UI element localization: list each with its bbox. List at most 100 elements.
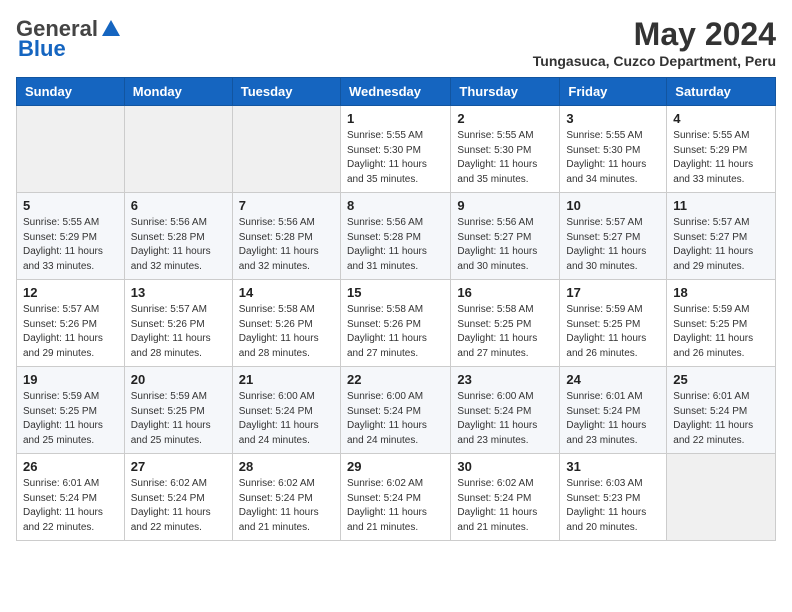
weekday-header-monday: Monday: [124, 78, 232, 106]
calendar-cell: 9 Sunrise: 5:56 AM Sunset: 5:27 PM Daylig…: [451, 193, 560, 280]
calendar-week-row: 5 Sunrise: 5:55 AM Sunset: 5:29 PM Daylig…: [17, 193, 776, 280]
calendar-cell: 27Sunrise: 6:02 AM Sunset: 5:24 PM Dayli…: [124, 454, 232, 541]
day-number: 1: [347, 111, 444, 126]
calendar-cell: 22 Sunrise: 6:00 AM Sunset: 5:24 PM Dayli…: [340, 367, 450, 454]
calendar-cell: 28Sunrise: 6:02 AM Sunset: 5:24 PM Dayli…: [232, 454, 340, 541]
day-info: Sunrise: 5:58 AM Sunset: 5:26 PM Dayligh…: [239, 303, 334, 361]
weekday-header-thursday: Thursday: [451, 78, 560, 106]
day-number: 11: [673, 198, 769, 213]
logo-icon: [100, 18, 122, 40]
day-info: Sunrise: 5:58 AM Sunset: 5:25 PM Dayligh…: [457, 303, 553, 361]
calendar-cell: 2 Sunrise: 5:55 AM Sunset: 5:30 PM Daylig…: [451, 106, 560, 193]
day-number: 26: [23, 459, 118, 474]
calendar-cell: 30 Sunrise: 6:02 AM Sunset: 5:24 PM Dayli…: [451, 454, 560, 541]
calendar-week-row: 12 Sunrise: 5:57 AM Sunset: 5:26 PM Dayli…: [17, 280, 776, 367]
day-number: 15: [347, 285, 444, 300]
day-number: 30: [457, 459, 553, 474]
day-info: Sunrise: 5:57 AM Sunset: 5:26 PM Dayligh…: [23, 303, 118, 361]
calendar-cell: 17Sunrise: 5:59 AM Sunset: 5:25 PM Dayli…: [560, 280, 667, 367]
weekday-header-friday: Friday: [560, 78, 667, 106]
day-number: 6: [131, 198, 226, 213]
location-text: Tungasuca, Cuzco Department, Peru: [533, 53, 776, 69]
day-info: Sunrise: 6:03 AM Sunset: 5:23 PM Dayligh…: [566, 477, 660, 535]
day-number: 25: [673, 372, 769, 387]
day-number: 23: [457, 372, 553, 387]
calendar-cell: 24 Sunrise: 6:01 AM Sunset: 5:24 PM Dayli…: [560, 367, 667, 454]
calendar-cell: 6 Sunrise: 5:56 AM Sunset: 5:28 PM Daylig…: [124, 193, 232, 280]
day-info: Sunrise: 5:56 AM Sunset: 5:28 PM Dayligh…: [239, 216, 334, 274]
calendar-cell: [667, 454, 776, 541]
day-info: Sunrise: 6:00 AM Sunset: 5:24 PM Dayligh…: [239, 390, 334, 448]
day-number: 2: [457, 111, 553, 126]
day-info: Sunrise: 5:59 AM Sunset: 5:25 PM Dayligh…: [23, 390, 118, 448]
day-number: 31: [566, 459, 660, 474]
day-number: 4: [673, 111, 769, 126]
day-number: 17: [566, 285, 660, 300]
day-info: Sunrise: 5:57 AM Sunset: 5:27 PM Dayligh…: [673, 216, 769, 274]
weekday-header-saturday: Saturday: [667, 78, 776, 106]
day-number: 7: [239, 198, 334, 213]
day-number: 16: [457, 285, 553, 300]
calendar-cell: 11 Sunrise: 5:57 AM Sunset: 5:27 PM Dayli…: [667, 193, 776, 280]
weekday-header-wednesday: Wednesday: [340, 78, 450, 106]
calendar-cell: 15 Sunrise: 5:58 AM Sunset: 5:26 PM Dayli…: [340, 280, 450, 367]
calendar-cell: [17, 106, 125, 193]
calendar-cell: 4 Sunrise: 5:55 AM Sunset: 5:29 PM Daylig…: [667, 106, 776, 193]
calendar-week-row: 19 Sunrise: 5:59 AM Sunset: 5:25 PM Dayli…: [17, 367, 776, 454]
day-info: Sunrise: 5:55 AM Sunset: 5:29 PM Dayligh…: [23, 216, 118, 274]
day-number: 19: [23, 372, 118, 387]
calendar-cell: 14 Sunrise: 5:58 AM Sunset: 5:26 PM Dayli…: [232, 280, 340, 367]
day-info: Sunrise: 6:00 AM Sunset: 5:24 PM Dayligh…: [457, 390, 553, 448]
day-number: 5: [23, 198, 118, 213]
calendar-week-row: 1 Sunrise: 5:55 AM Sunset: 5:30 PM Daylig…: [17, 106, 776, 193]
day-number: 20: [131, 372, 226, 387]
day-info: Sunrise: 5:56 AM Sunset: 5:27 PM Dayligh…: [457, 216, 553, 274]
day-info: Sunrise: 5:55 AM Sunset: 5:29 PM Dayligh…: [673, 129, 769, 187]
day-info: Sunrise: 5:57 AM Sunset: 5:27 PM Dayligh…: [566, 216, 660, 274]
calendar-cell: 13 Sunrise: 5:57 AM Sunset: 5:26 PM Dayli…: [124, 280, 232, 367]
day-number: 22: [347, 372, 444, 387]
day-number: 24: [566, 372, 660, 387]
day-number: 8: [347, 198, 444, 213]
weekday-header-sunday: Sunday: [17, 78, 125, 106]
calendar-cell: 5 Sunrise: 5:55 AM Sunset: 5:29 PM Daylig…: [17, 193, 125, 280]
calendar-cell: 16 Sunrise: 5:58 AM Sunset: 5:25 PM Dayli…: [451, 280, 560, 367]
day-info: Sunrise: 5:55 AM Sunset: 5:30 PM Dayligh…: [347, 129, 444, 187]
day-info: Sunrise: 6:00 AM Sunset: 5:24 PM Dayligh…: [347, 390, 444, 448]
calendar-cell: 18Sunrise: 5:59 AM Sunset: 5:25 PM Dayli…: [667, 280, 776, 367]
day-number: 3: [566, 111, 660, 126]
day-info: Sunrise: 5:55 AM Sunset: 5:30 PM Dayligh…: [457, 129, 553, 187]
calendar-cell: [124, 106, 232, 193]
day-info: Sunrise: 6:02 AM Sunset: 5:24 PM Dayligh…: [457, 477, 553, 535]
logo: General Blue: [16, 16, 122, 62]
calendar-cell: 23 Sunrise: 6:00 AM Sunset: 5:24 PM Dayli…: [451, 367, 560, 454]
day-number: 9: [457, 198, 553, 213]
day-number: 13: [131, 285, 226, 300]
day-info: Sunrise: 5:55 AM Sunset: 5:30 PM Dayligh…: [566, 129, 660, 187]
day-info: Sunrise: 6:02 AM Sunset: 5:24 PM Dayligh…: [347, 477, 444, 535]
calendar-week-row: 26Sunrise: 6:01 AM Sunset: 5:24 PM Dayli…: [17, 454, 776, 541]
day-info: Sunrise: 6:02 AM Sunset: 5:24 PM Dayligh…: [131, 477, 226, 535]
day-info: Sunrise: 5:59 AM Sunset: 5:25 PM Dayligh…: [673, 303, 769, 361]
day-number: 14: [239, 285, 334, 300]
day-info: Sunrise: 5:58 AM Sunset: 5:26 PM Dayligh…: [347, 303, 444, 361]
day-info: Sunrise: 5:56 AM Sunset: 5:28 PM Dayligh…: [131, 216, 226, 274]
day-info: Sunrise: 6:02 AM Sunset: 5:24 PM Dayligh…: [239, 477, 334, 535]
day-info: Sunrise: 6:01 AM Sunset: 5:24 PM Dayligh…: [673, 390, 769, 448]
calendar-cell: 1 Sunrise: 5:55 AM Sunset: 5:30 PM Daylig…: [340, 106, 450, 193]
day-info: Sunrise: 6:01 AM Sunset: 5:24 PM Dayligh…: [566, 390, 660, 448]
calendar-cell: 10Sunrise: 5:57 AM Sunset: 5:27 PM Dayli…: [560, 193, 667, 280]
day-number: 21: [239, 372, 334, 387]
day-info: Sunrise: 5:59 AM Sunset: 5:25 PM Dayligh…: [131, 390, 226, 448]
calendar-table: SundayMondayTuesdayWednesdayThursdayFrid…: [16, 77, 776, 541]
logo-blue-text: Blue: [18, 36, 66, 62]
day-number: 12: [23, 285, 118, 300]
day-info: Sunrise: 5:57 AM Sunset: 5:26 PM Dayligh…: [131, 303, 226, 361]
calendar-cell: 20 Sunrise: 5:59 AM Sunset: 5:25 PM Dayli…: [124, 367, 232, 454]
day-number: 29: [347, 459, 444, 474]
calendar-cell: 21 Sunrise: 6:00 AM Sunset: 5:24 PM Dayli…: [232, 367, 340, 454]
calendar-cell: 31 Sunrise: 6:03 AM Sunset: 5:23 PM Dayli…: [560, 454, 667, 541]
calendar-cell: 29 Sunrise: 6:02 AM Sunset: 5:24 PM Dayli…: [340, 454, 450, 541]
weekday-header-row: SundayMondayTuesdayWednesdayThursdayFrid…: [17, 78, 776, 106]
calendar-cell: 7 Sunrise: 5:56 AM Sunset: 5:28 PM Daylig…: [232, 193, 340, 280]
